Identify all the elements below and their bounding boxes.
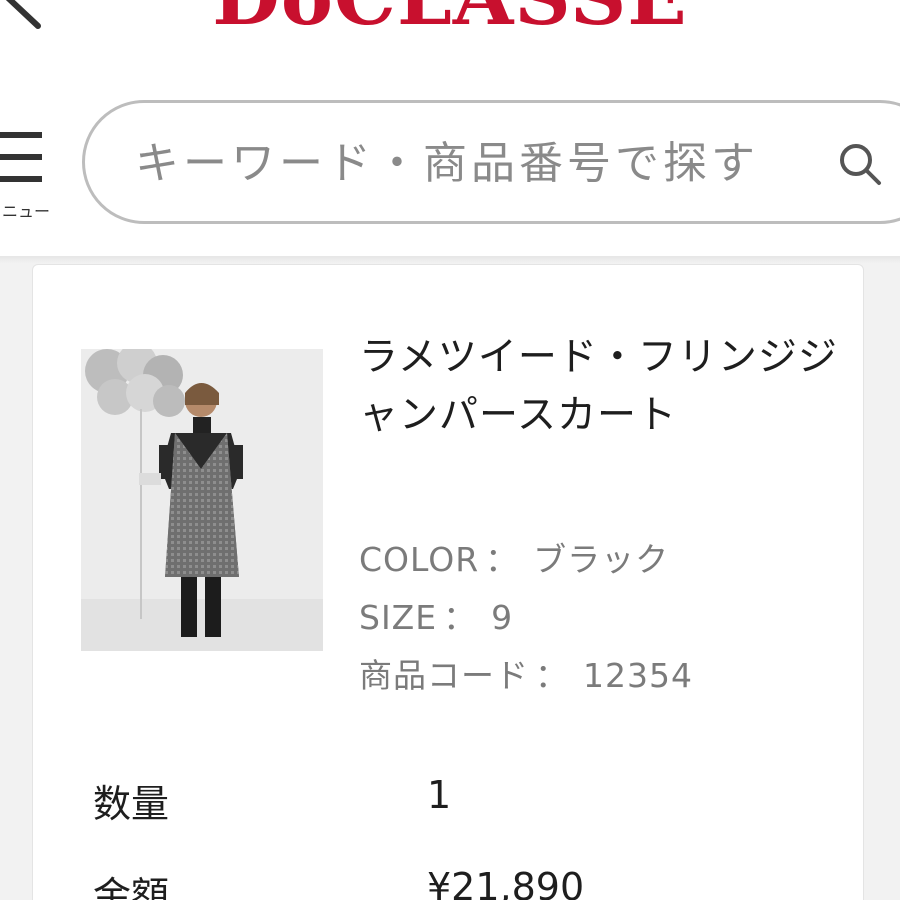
menu-button[interactable]: ニュー: [0, 118, 58, 228]
color-value: ブラック: [533, 540, 670, 579]
total-value: ¥21,890: [427, 865, 585, 900]
hamburger-icon: [0, 132, 42, 182]
size-label: SIZE: [359, 598, 438, 637]
brand-logo[interactable]: DoCLASSE: [200, 0, 700, 38]
page: DoCLASSE ニュー: [0, 0, 900, 900]
quantity-value: 1: [427, 773, 452, 817]
product-name[interactable]: ラメツイード・フリンジジャンパースカート: [359, 329, 839, 445]
code-label: 商品コード: [359, 656, 529, 695]
quantity-label: 数量: [93, 782, 170, 826]
product-image[interactable]: [81, 349, 323, 651]
size-value: 9: [491, 598, 514, 637]
spec-product-code: 商品コード： 12354: [359, 649, 693, 697]
menu-label: ニュー: [1, 202, 50, 221]
product-photo: [81, 349, 323, 651]
code-separator: ：: [535, 656, 569, 695]
spec-color: COLOR： ブラック: [359, 533, 669, 581]
search-icon[interactable]: [837, 141, 883, 187]
back-button[interactable]: [0, 0, 50, 40]
header-divider: [0, 256, 900, 264]
product-card: ラメツイード・フリンジジャンパースカート COLOR：ブラック SIZE： 9 商…: [32, 264, 864, 900]
size-separator: ：: [443, 598, 478, 637]
search-bar[interactable]: [82, 100, 900, 224]
search-input[interactable]: [135, 127, 835, 199]
total-label: 金額: [93, 874, 170, 900]
code-value: 12354: [583, 656, 693, 695]
color-label: COLOR: [359, 540, 480, 579]
color-separator: ：: [485, 540, 520, 579]
chevron-left-icon: [5, 0, 41, 29]
spec-size: SIZE： 9: [359, 591, 513, 639]
